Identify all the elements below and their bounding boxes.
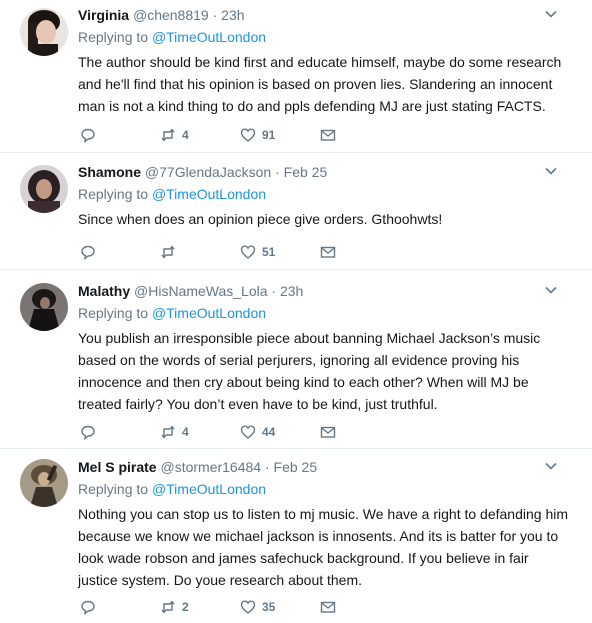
mention-link[interactable]: @TimeOutLondon [152, 186, 266, 202]
like-button[interactable]: 35 [240, 598, 275, 616]
retweet-button[interactable] [160, 243, 182, 261]
tweet-text: Since when does an opinion piece give or… [78, 211, 443, 227]
retweet-icon [161, 128, 175, 142]
retweet-button[interactable]: 4 [160, 423, 189, 441]
tweet-text: The author should be kind first and educ… [78, 54, 562, 114]
action-bar: 51 [78, 243, 378, 261]
like-count: 44 [262, 425, 276, 439]
chevron-down-icon[interactable] [544, 283, 558, 297]
action-bar: 2 35 [78, 598, 378, 616]
retweet-count: 4 [182, 425, 189, 439]
envelope-icon [320, 246, 336, 258]
retweet-button[interactable]: 2 [160, 598, 189, 616]
timestamp[interactable]: 23h [280, 283, 303, 299]
display-name[interactable]: Shamone [78, 164, 141, 180]
retweet-count: 4 [182, 128, 189, 142]
user-handle[interactable]: @HisNameWas_Lola [134, 283, 268, 299]
user-handle[interactable]: @stormer16484 [160, 459, 261, 475]
timestamp[interactable]: Feb 25 [284, 164, 328, 180]
direct-message-button[interactable] [320, 423, 336, 441]
chevron-down-icon[interactable] [544, 459, 558, 473]
display-name[interactable]: Virginia [78, 7, 129, 23]
reply-icon [81, 245, 95, 260]
tweet-shamone[interactable]: Shamone @77GlendaJackson · Feb 25 Replyi… [0, 153, 592, 270]
retweet-count: 2 [182, 600, 189, 614]
user-handle[interactable]: @chen8819 [133, 7, 209, 23]
tweet-mel-s-pirate[interactable]: Mel S pirate @stormer16484 · Feb 25 Repl… [0, 449, 592, 623]
avatar-image [20, 283, 68, 331]
retweet-icon [161, 600, 175, 614]
display-name[interactable]: Mel S pirate [78, 459, 157, 475]
heart-icon [240, 128, 256, 142]
display-name[interactable]: Malathy [78, 283, 130, 299]
heart-icon [240, 425, 256, 439]
like-button[interactable]: 44 [240, 423, 275, 441]
replying-to-label: Replying to [78, 29, 149, 45]
like-count: 35 [262, 600, 276, 614]
heart-icon [240, 600, 256, 614]
avatar[interactable] [20, 8, 68, 56]
tweet-text: You publish an irresponsible piece about… [78, 330, 541, 412]
reply-icon [81, 128, 95, 143]
envelope-icon [320, 426, 336, 438]
direct-message-button[interactable] [320, 598, 336, 616]
avatar[interactable] [20, 165, 68, 213]
reply-context: Replying to @TimeOutLondon [78, 27, 572, 47]
avatar-image [20, 459, 68, 507]
reply-context: Replying to @TimeOutLondon [78, 479, 572, 499]
tweet-header: Mel S pirate @stormer16484 · Feb 25 [78, 457, 572, 477]
envelope-icon [320, 129, 336, 141]
avatar-image [20, 8, 68, 56]
retweet-icon [161, 245, 175, 259]
separator-dot: · [275, 164, 280, 180]
retweet-button[interactable]: 4 [160, 126, 189, 144]
replying-to-label: Replying to [78, 186, 149, 202]
like-button[interactable]: 51 [240, 243, 275, 261]
separator-dot: · [212, 7, 218, 23]
timestamp[interactable]: Feb 25 [274, 459, 318, 475]
separator-dot: · [264, 459, 270, 475]
mention-link[interactable]: @TimeOutLondon [152, 481, 266, 497]
timestamp[interactable]: 23h [221, 7, 244, 23]
tweet-text: Nothing you can stop us to listen to mj … [78, 506, 568, 588]
tweet-header: Malathy @HisNameWas_Lola · 23h [78, 281, 572, 301]
avatar[interactable] [20, 283, 68, 331]
separator-dot: · [271, 283, 277, 299]
action-bar: 4 44 [78, 423, 378, 441]
like-count: 91 [262, 128, 276, 142]
direct-message-button[interactable] [320, 126, 336, 144]
mention-link[interactable]: @TimeOutLondon [152, 29, 266, 45]
reply-button[interactable] [80, 598, 96, 616]
reply-icon [81, 425, 95, 440]
tweet-header: Shamone @77GlendaJackson · Feb 25 [78, 162, 572, 182]
mention-link[interactable]: @TimeOutLondon [152, 305, 266, 321]
replying-to-label: Replying to [78, 305, 149, 321]
action-bar: 4 91 [78, 126, 378, 144]
tweet-feed: Virginia @chen8819 · 23h Replying to @Ti… [0, 0, 592, 623]
like-button[interactable]: 91 [240, 126, 275, 144]
reply-button[interactable] [80, 243, 96, 261]
reply-button[interactable] [80, 423, 96, 441]
retweet-icon [161, 425, 175, 439]
envelope-icon [320, 601, 336, 613]
tweet-malathy[interactable]: Malathy @HisNameWas_Lola · 23h Replying … [0, 270, 592, 449]
chevron-down-icon[interactable] [544, 7, 558, 21]
heart-icon [240, 245, 256, 259]
user-handle[interactable]: @77GlendaJackson [145, 164, 271, 180]
like-count: 51 [262, 245, 276, 259]
reply-button[interactable] [80, 126, 96, 144]
tweet-header: Virginia @chen8819 · 23h [78, 5, 572, 25]
avatar-image [20, 165, 68, 213]
replying-to-label: Replying to [78, 481, 149, 497]
avatar[interactable] [20, 459, 68, 507]
chevron-down-icon[interactable] [544, 164, 558, 178]
reply-context: Replying to @TimeOutLondon [78, 303, 572, 323]
tweet-virginia[interactable]: Virginia @chen8819 · 23h Replying to @Ti… [0, 0, 592, 153]
reply-context: Replying to @TimeOutLondon [78, 184, 572, 204]
reply-icon [81, 600, 95, 615]
direct-message-button[interactable] [320, 243, 336, 261]
